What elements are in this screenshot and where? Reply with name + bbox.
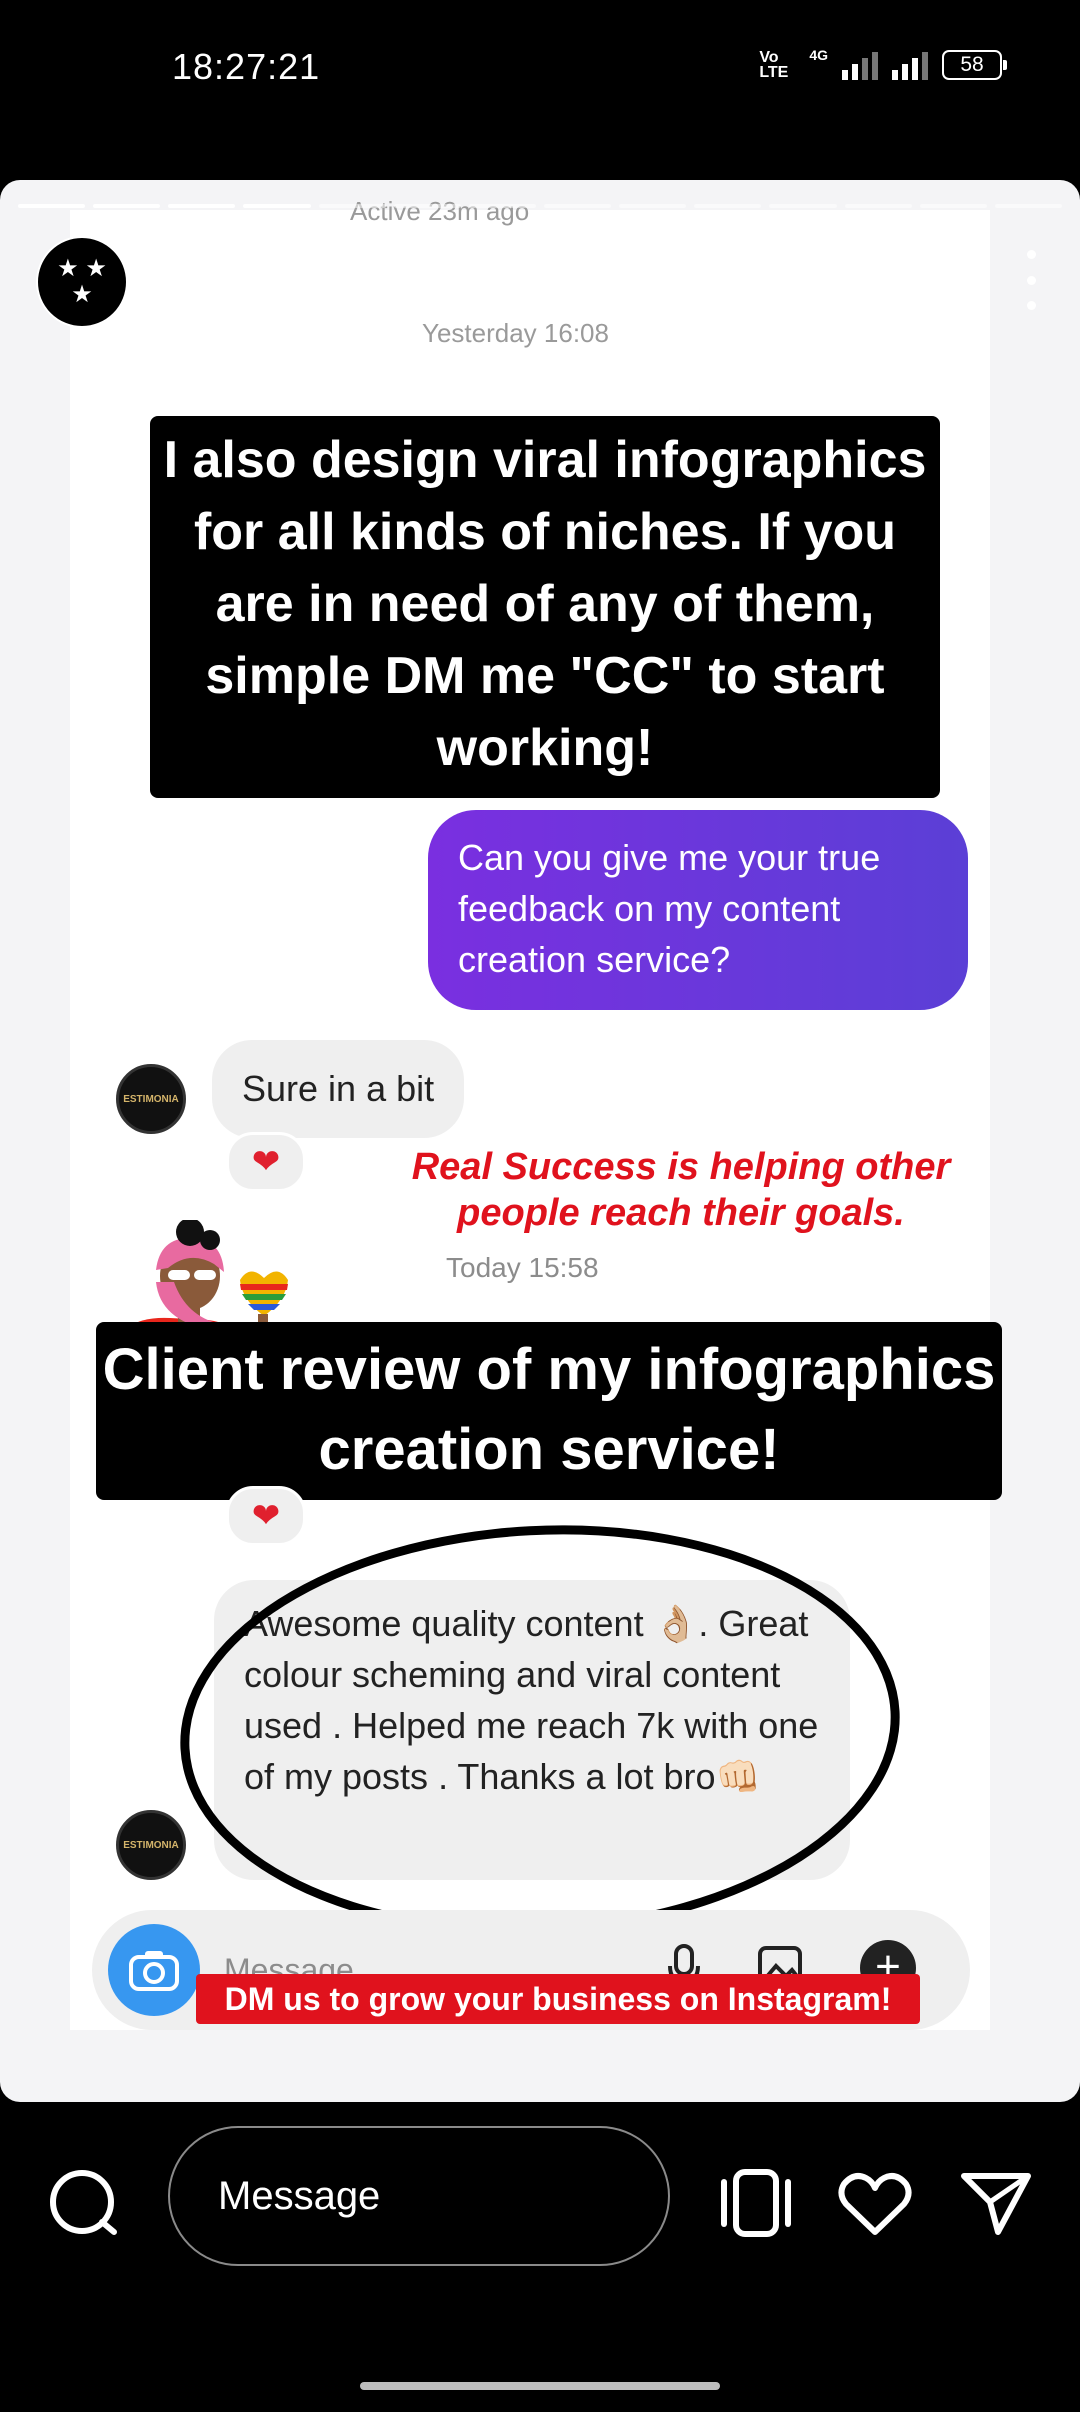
status-icons: Vo LTE 4G 58 (759, 47, 1007, 81)
signal-icon-1 (842, 50, 878, 80)
progress-segment (619, 204, 687, 208)
camera-icon (108, 1924, 200, 2016)
heart-glyph-2: ❤ (251, 1497, 281, 1535)
progress-segment (919, 204, 987, 208)
heart-reaction-icon-2: ❤ (226, 1486, 306, 1546)
promo-banner: DM us to grow your business on Instagram… (196, 1974, 920, 2024)
contact-avatar: ESTIMONIA (116, 1064, 186, 1134)
volte-icon: Vo LTE (759, 49, 789, 81)
progress-segment (93, 204, 161, 208)
story-reply-bar: Message (0, 2110, 1080, 2310)
contact-avatar-2: ESTIMONIA (116, 1810, 186, 1880)
status-bar: 18:27:21 Vo LTE 4G 58 (0, 0, 1080, 140)
progress-segment (468, 204, 536, 208)
story-avatar[interactable]: ★ ★ ★ (36, 236, 128, 328)
timestamp-today: Today 15:58 (446, 1252, 599, 1283)
network-type: 4G (809, 47, 828, 63)
like-heart-icon[interactable] (836, 2170, 914, 2238)
progress-segment (243, 204, 311, 208)
headline-sticker-1: I also design viral infographics for all… (150, 416, 940, 798)
status-time: 18:27:21 (172, 46, 321, 87)
progress-segment (769, 204, 837, 208)
stars-icon: ★ ★ ★ (57, 255, 107, 308)
quote-text: Real Success is helping other people rea… (411, 1146, 951, 1234)
camera-circle-icon[interactable] (46, 2166, 122, 2242)
share-to-story-icon[interactable] (716, 2168, 796, 2238)
outgoing-message: Can you give me your true feedback on my… (428, 810, 968, 1010)
signal-icon-2 (892, 50, 928, 80)
more-options-icon[interactable] (1016, 250, 1046, 310)
progress-segment (543, 204, 612, 208)
progress-segment (694, 204, 762, 208)
reply-input[interactable]: Message (168, 2126, 670, 2266)
send-icon[interactable] (958, 2168, 1034, 2238)
progress-segment (994, 204, 1062, 208)
story-progress (18, 204, 1062, 208)
story-card[interactable]: Active 23m ago Yesterday 16:08 ★ ★ ★ TES… (0, 180, 1080, 2102)
progress-segment (168, 204, 236, 208)
story-username[interactable]: TESTIMONIALS (168, 262, 436, 304)
avatar-label-2: ESTIMONIA (123, 1839, 179, 1851)
headline-sticker-2: Client review of my infographics creatio… (96, 1322, 1002, 1500)
avatar-label: ESTIMONIA (123, 1093, 179, 1105)
incoming-message: Sure in a bit (212, 1040, 465, 1138)
story-date: April 26, 2021 (494, 262, 717, 303)
heart-reaction-icon: ❤ (226, 1132, 306, 1192)
heart-glyph: ❤ (251, 1143, 281, 1181)
battery-level: 58 (960, 53, 984, 76)
progress-segment (318, 204, 386, 208)
progress-segment (18, 204, 86, 208)
home-indicator[interactable] (360, 2382, 720, 2390)
progress-segment (844, 204, 912, 208)
progress-segment (393, 204, 461, 208)
active-status: Active 23m ago (350, 196, 530, 226)
battery-icon: 58 (942, 50, 1007, 80)
story-header: ★ ★ ★ TESTIMONIALS April 26, 2021 (36, 236, 1046, 336)
reply-placeholder: Message (218, 2174, 381, 2218)
